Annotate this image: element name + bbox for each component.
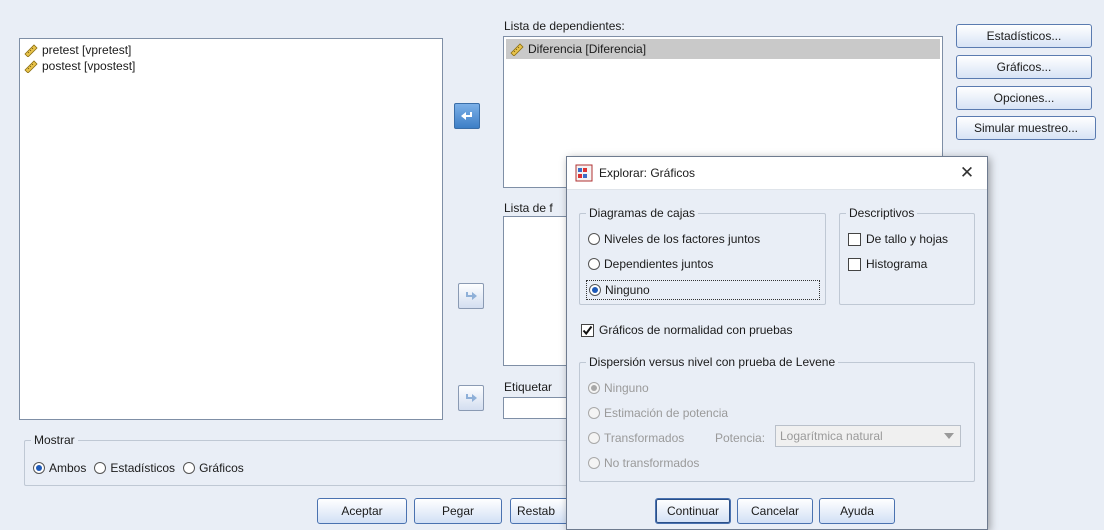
close-icon[interactable]: ✕ xyxy=(947,157,987,189)
checkbox-icon xyxy=(848,257,861,271)
list-item[interactable]: postest [vpostest] xyxy=(20,58,442,74)
dependents-label: Lista de dependientes: xyxy=(504,19,625,33)
help-button[interactable]: Ayuda xyxy=(819,498,895,524)
boxplots-group: Diagramas de cajas Niveles de los factor… xyxy=(579,206,826,305)
radio-label: No transformados xyxy=(604,456,700,470)
factors-list[interactable] xyxy=(503,216,573,366)
display-group-title: Mostrar xyxy=(31,433,78,447)
variable-label: pretest [vpretest] xyxy=(42,43,132,57)
radio-icon xyxy=(588,432,600,444)
checkbox-icon xyxy=(848,232,861,246)
variable-label: Diferencia [Diferencia] xyxy=(528,42,647,56)
move-to-dependents-button[interactable] xyxy=(454,103,480,129)
scale-ruler-icon xyxy=(24,44,38,57)
scale-ruler-icon xyxy=(510,43,524,56)
untransformed-radio[interactable]: No transformados xyxy=(588,456,699,470)
radio-icon xyxy=(589,284,601,296)
levene-none-radio[interactable]: Ninguno xyxy=(588,381,649,395)
radio-icon xyxy=(588,382,600,394)
descriptives-group: Descriptivos De tallo y hojas Histograma xyxy=(839,206,975,305)
checkbox-icon xyxy=(581,323,594,337)
move-to-factors-button[interactable] xyxy=(458,283,484,309)
radio-label: Ambos xyxy=(49,461,87,475)
stem-leaf-checkbox[interactable]: De tallo y hojas xyxy=(848,232,948,246)
boxplot-factor-levels-radio[interactable]: Niveles de los factores juntos xyxy=(588,232,760,246)
plots-button[interactable]: Gráficos... xyxy=(956,55,1092,79)
levene-group: Dispersión versus nivel con prueba de Le… xyxy=(579,355,975,482)
label-cases-label: Etiquetar xyxy=(504,380,553,394)
checkbox-label: De tallo y hojas xyxy=(866,232,949,246)
arrow-left-icon xyxy=(461,112,472,120)
boxplot-dependents-radio[interactable]: Dependientes juntos xyxy=(588,257,713,271)
checkbox-label: Gráficos de normalidad con pruebas xyxy=(599,323,793,337)
radio-label: Estadísticos xyxy=(110,461,176,475)
power-select[interactable]: Logarítmica natural xyxy=(775,425,961,447)
continue-button[interactable]: Continuar xyxy=(655,498,731,524)
display-statistics-radio[interactable]: Estadísticos xyxy=(94,461,175,475)
transformed-radio[interactable]: Transformados xyxy=(588,431,684,445)
arrow-right-icon xyxy=(466,394,477,402)
move-to-label-button[interactable] xyxy=(458,385,484,411)
display-plots-radio[interactable]: Gráficos xyxy=(183,461,244,475)
source-variable-list[interactable]: pretest [vpretest] postest [vpostest] xyxy=(19,38,443,420)
cancel-button[interactable]: Cancelar xyxy=(737,498,813,524)
radio-label: Estimación de potencia xyxy=(604,406,729,420)
plots-dialog: Explorar: Gráficos ✕ Diagramas de cajas … xyxy=(566,156,988,530)
radio-icon xyxy=(183,462,196,474)
dialog-title: Explorar: Gráficos xyxy=(599,166,696,180)
boxplot-none-radio[interactable]: Ninguno xyxy=(586,280,820,300)
arrow-right-icon xyxy=(466,292,477,300)
checkmark-icon xyxy=(582,325,593,335)
radio-label: Transformados xyxy=(604,431,685,445)
options-button[interactable]: Opciones... xyxy=(956,86,1092,110)
display-both-radio[interactable]: Ambos xyxy=(33,461,86,475)
histogram-checkbox[interactable]: Histograma xyxy=(848,257,927,271)
radio-icon xyxy=(94,462,107,474)
paste-button[interactable]: Pegar xyxy=(414,498,502,524)
app-icon xyxy=(575,164,593,182)
scale-ruler-icon xyxy=(24,60,38,73)
ok-button[interactable]: Aceptar xyxy=(317,498,407,524)
normality-plots-checkbox[interactable]: Gráficos de normalidad con pruebas xyxy=(581,323,792,337)
checkbox-label: Histograma xyxy=(866,257,928,271)
radio-icon xyxy=(33,462,45,474)
reset-button[interactable]: Restab xyxy=(510,498,570,524)
statistics-button[interactable]: Estadísticos... xyxy=(956,24,1092,48)
power-label: Potencia: xyxy=(715,431,766,445)
radio-label: Niveles de los factores juntos xyxy=(604,232,761,246)
radio-label: Ninguno xyxy=(605,283,650,297)
dialog-titlebar: Explorar: Gráficos ✕ xyxy=(567,157,987,190)
list-item[interactable]: pretest [vpretest] xyxy=(20,42,442,58)
label-cases-field[interactable] xyxy=(503,397,573,419)
bootstrap-button[interactable]: Simular muestreo... xyxy=(956,116,1096,140)
radio-label: Ninguno xyxy=(604,381,649,395)
radio-icon xyxy=(588,258,600,270)
radio-label: Dependientes juntos xyxy=(604,257,714,271)
power-select-value: Logarítmica natural xyxy=(780,429,883,443)
boxplots-group-title: Diagramas de cajas xyxy=(586,206,699,220)
descriptives-group-title: Descriptivos xyxy=(846,206,918,220)
levene-group-title: Dispersión versus nivel con prueba de Le… xyxy=(586,355,839,369)
variable-label: postest [vpostest] xyxy=(42,59,136,73)
power-estimation-radio[interactable]: Estimación de potencia xyxy=(588,406,728,420)
radio-label: Gráficos xyxy=(199,461,244,475)
radio-icon xyxy=(588,407,600,419)
chevron-down-icon xyxy=(944,433,954,439)
display-group: Mostrar Ambos Estadísticos Gráficos xyxy=(24,433,584,486)
radio-icon xyxy=(588,457,600,469)
list-item[interactable]: Diferencia [Diferencia] xyxy=(506,39,940,59)
factors-label: Lista de f xyxy=(504,201,553,215)
radio-icon xyxy=(588,233,600,245)
